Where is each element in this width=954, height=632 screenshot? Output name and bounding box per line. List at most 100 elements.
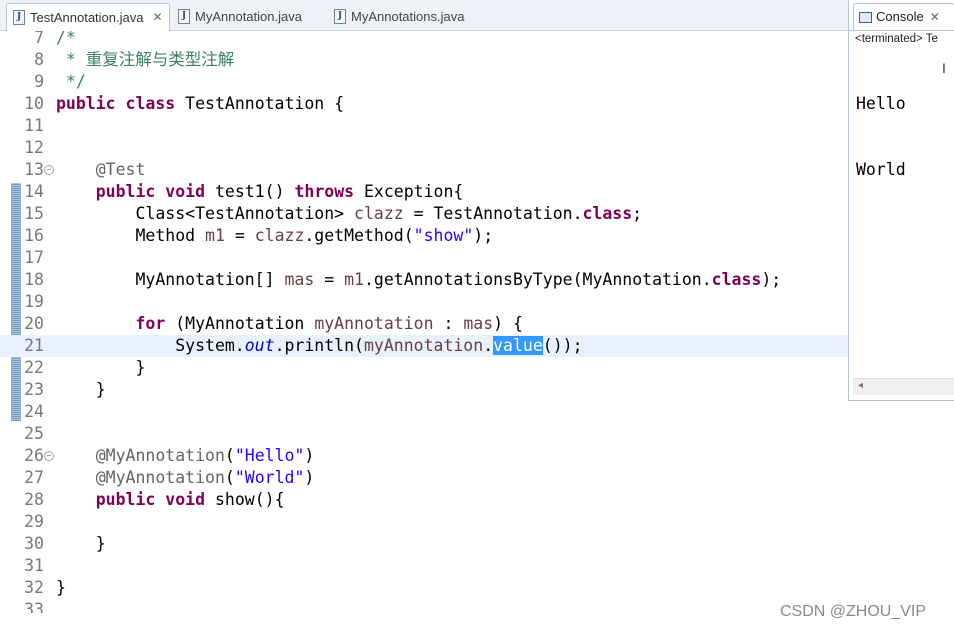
code-text: /* [56, 31, 76, 47]
line-number: 10 [24, 94, 44, 113]
line-number: 19 [24, 292, 44, 311]
tab-label: TestAnnotation.java [30, 10, 144, 25]
code-line[interactable]: 7 /* [0, 31, 848, 49]
code-line[interactable]: 9 */ [0, 71, 848, 93]
line-number: 7 [34, 31, 44, 47]
text-cursor-icon: I [942, 60, 946, 76]
code-line[interactable]: 8 * 重复注解与类型注解 [0, 49, 848, 71]
code-line[interactable]: 23 } [0, 379, 848, 401]
line-number: 13 [24, 160, 44, 179]
java-file-icon: J [334, 9, 346, 24]
close-icon[interactable]: ✕ [930, 4, 940, 30]
fold-toggle-icon[interactable]: − [44, 165, 54, 175]
code-line[interactable]: 25 [0, 423, 848, 445]
code-line[interactable]: 10 public class TestAnnotation { [0, 93, 848, 115]
line-number: 9 [34, 72, 44, 91]
tab-label: MyAnnotation.java [195, 9, 302, 24]
line-number: 24 [24, 402, 44, 421]
code-text: Method m1 = clazz.getMethod("show"); [56, 226, 494, 245]
code-editor[interactable]: 7/* 8 * 重复注解与类型注解 9 */10 public class TestA… [0, 31, 848, 613]
code-line[interactable]: 31 [0, 555, 848, 577]
tab-console[interactable]: Console ✕ [853, 3, 954, 30]
line-number: 32 [24, 578, 44, 597]
java-file-icon: J [13, 10, 25, 25]
scroll-left-icon[interactable]: ◂ [858, 380, 863, 391]
code-text: public class TestAnnotation { [56, 94, 345, 113]
fold-toggle-icon[interactable]: − [44, 451, 54, 461]
console-view: Console ✕ <terminated> Te Hello World I … [848, 0, 954, 401]
code-line[interactable]: 27 @MyAnnotation("World") [0, 467, 848, 489]
console-tab-label: Console [876, 9, 924, 24]
java-file-icon: J [178, 9, 190, 24]
code-text: } [56, 534, 106, 553]
line-number: 17 [24, 248, 44, 267]
code-line[interactable]: 30 } [0, 533, 848, 555]
code-line[interactable]: 12 [0, 137, 848, 159]
code-text: */ [56, 72, 86, 91]
tab-my-annotations[interactable]: J MyAnnotations.java [328, 4, 470, 29]
code-line[interactable]: 26− @MyAnnotation("Hello") [0, 445, 848, 467]
console-horizontal-scrollbar[interactable]: ◂ [853, 378, 954, 395]
line-number: 12 [24, 138, 44, 157]
line-number: 26 [24, 446, 44, 465]
code-text: public void show(){ [95, 490, 285, 509]
console-status: <terminated> Te [855, 33, 938, 45]
code-text: for (MyAnnotation myAnnotation : mas) { [135, 314, 523, 333]
line-number: 27 [24, 468, 44, 487]
code-text: MyAnnotation[] mas = m1.getAnnotationsBy… [56, 270, 782, 289]
line-number: 22 [24, 358, 44, 377]
code-text: } [56, 578, 66, 597]
code-line[interactable]: 13− @Test [0, 159, 848, 181]
console-output[interactable]: Hello World [856, 49, 906, 225]
code-line[interactable]: 21 System.out.println(myAnnotation.value… [0, 335, 848, 357]
line-number: 14 [24, 182, 44, 201]
line-number: 33 [24, 600, 44, 613]
code-line[interactable]: 19 [0, 291, 848, 313]
code-line[interactable]: 16 Method m1 = clazz.getMethod("show"); [0, 225, 848, 247]
line-number: 30 [24, 534, 44, 553]
code-text: Class<TestAnnotation> clazz = TestAnnota… [56, 204, 643, 223]
line-number: 23 [24, 380, 44, 399]
code-text: System.out.println(myAnnotation.value())… [56, 336, 583, 355]
code-line[interactable]: 22 } [0, 357, 848, 379]
code-text: @MyAnnotation("Hello") [95, 446, 315, 465]
line-number: 31 [24, 556, 44, 575]
line-number: 21 [24, 336, 44, 355]
code-line[interactable]: 14 public void test1() throws Exception{ [0, 181, 848, 203]
console-icon [859, 11, 872, 23]
tab-my-annotation[interactable]: J MyAnnotation.java [172, 4, 308, 29]
code-text: @MyAnnotation("World") [95, 468, 315, 487]
code-text: } [56, 380, 106, 399]
code-line[interactable]: 18 MyAnnotation[] mas = m1.getAnnotation… [0, 269, 848, 291]
line-number: 28 [24, 490, 44, 509]
line-number: 16 [24, 226, 44, 245]
line-number: 25 [24, 424, 44, 443]
code-line[interactable]: 20 for (MyAnnotation myAnnotation : mas)… [0, 313, 848, 335]
code-line[interactable]: 24 [0, 401, 848, 423]
code-line[interactable]: 28 public void show(){ [0, 489, 848, 511]
line-number: 29 [24, 512, 44, 531]
code-text: @Test [95, 160, 146, 179]
line-number: 11 [24, 116, 44, 135]
close-icon[interactable]: ✕ [152, 5, 162, 30]
console-output-line: Hello [856, 94, 906, 113]
code-text: * 重复注解与类型注解 [56, 50, 235, 69]
tab-test-annotation[interactable]: J TestAnnotation.java ✕ [6, 3, 170, 31]
code-line[interactable]: 11 [0, 115, 848, 137]
line-number: 18 [24, 270, 44, 289]
tab-label: MyAnnotations.java [351, 9, 465, 24]
line-number: 20 [24, 314, 44, 333]
code-line[interactable]: 29 [0, 511, 848, 533]
console-output-line: World [856, 160, 906, 179]
code-line[interactable]: 33 [0, 599, 848, 613]
editor-tab-bar: J TestAnnotation.java ✕ J MyAnnotation.j… [0, 0, 848, 31]
code-line[interactable]: 17 [0, 247, 848, 269]
watermark: CSDN @ZHOU_VIP [780, 603, 927, 620]
line-number: 15 [24, 204, 44, 223]
code-text: public void test1() throws Exception{ [95, 182, 464, 201]
code-line[interactable]: 32} [0, 577, 848, 599]
code-lines: 7/* 8 * 重复注解与类型注解 9 */10 public class TestA… [0, 31, 848, 613]
code-line[interactable]: 15 Class<TestAnnotation> clazz = TestAnn… [0, 203, 848, 225]
code-text: } [56, 358, 146, 377]
line-number: 8 [34, 50, 44, 69]
